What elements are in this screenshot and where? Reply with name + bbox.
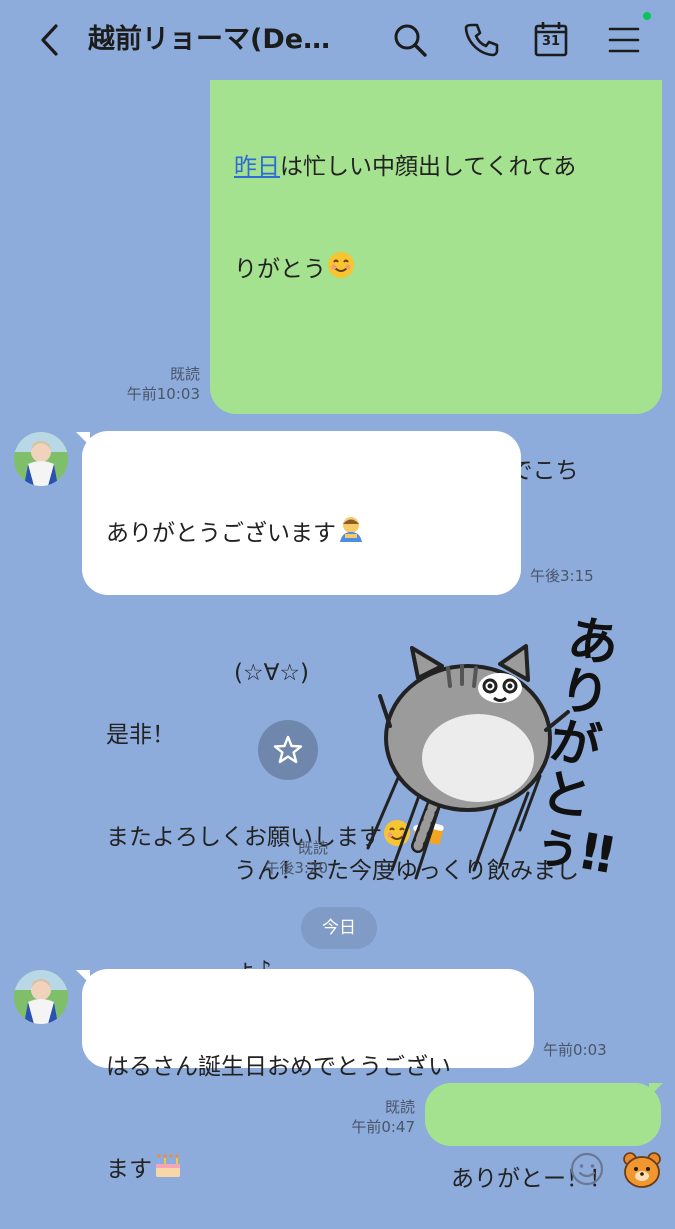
incoming-message-bubble[interactable]: はるさん誕生日おめでとうござい ます — [82, 969, 534, 1183]
back-arrow-icon[interactable] — [30, 20, 70, 60]
chat-title[interactable]: 越前リョーマ(De… — [88, 18, 358, 62]
message-text: はるさん誕生日おめでとうござい — [106, 1054, 451, 1080]
message-time: 午前10:03 — [126, 385, 200, 403]
date-separator: 今日 — [301, 907, 377, 949]
search-icon[interactable] — [390, 20, 430, 60]
person-bowing-emoji-icon — [336, 514, 366, 554]
message-meta: 既読 午前10:03 — [110, 364, 200, 404]
notification-dot — [643, 12, 651, 20]
outgoing-message-bubble[interactable]: ありがとー！！ — [425, 1083, 661, 1192]
sticker[interactable]: ありがとぅ‼ — [350, 608, 660, 898]
message-text: は忙しい中顔出してくれてあ — [280, 154, 577, 180]
incoming-message-bubble[interactable]: ありがとうございます 是非！ またよろしくお願いします — [82, 431, 521, 851]
sticker-bear-icon[interactable] — [621, 1150, 663, 1190]
calendar-icon[interactable]: 31 — [531, 20, 571, 60]
date-link[interactable]: 昨日 — [234, 154, 280, 180]
phone-icon[interactable] — [461, 20, 501, 60]
input-bar — [0, 1148, 675, 1200]
menu-icon[interactable] — [604, 20, 644, 60]
message-meta: 既読 午前0:47 — [323, 1097, 415, 1137]
message-time: 午後3:20 — [264, 859, 328, 877]
message-time: 午後3:15 — [530, 567, 594, 585]
chat-header: 越前リョーマ(De… 31 — [0, 0, 675, 82]
emoji-icon[interactable] — [569, 1151, 605, 1187]
read-receipt: 既読 — [384, 1098, 415, 1116]
star-button[interactable] — [258, 720, 318, 780]
read-receipt: 既読 — [169, 365, 200, 383]
message-text: りがとう — [234, 256, 326, 283]
contact-avatar[interactable] — [14, 970, 68, 1024]
message-time: 午前0:03 — [543, 1041, 607, 1059]
star-icon — [273, 735, 303, 764]
message-time: 午前0:47 — [351, 1118, 415, 1136]
bubble-tail — [649, 1083, 663, 1097]
message-meta: 午前0:03 — [543, 1040, 633, 1060]
message-meta: 午後3:15 — [530, 566, 620, 586]
message-meta: 既読 午後3:20 — [236, 838, 328, 878]
smiling-face-emoji-icon — [326, 250, 356, 290]
contact-avatar[interactable] — [14, 432, 68, 486]
message-text: ありがとうございます — [106, 520, 336, 547]
read-receipt: 既読 — [297, 839, 328, 857]
outgoing-message-bubble[interactable]: 昨日は忙しい中顔出してくれてあ りがとう いつもとびっきりキラキラでこち らこそ… — [210, 80, 662, 983]
calendar-day: 31 — [541, 34, 561, 49]
